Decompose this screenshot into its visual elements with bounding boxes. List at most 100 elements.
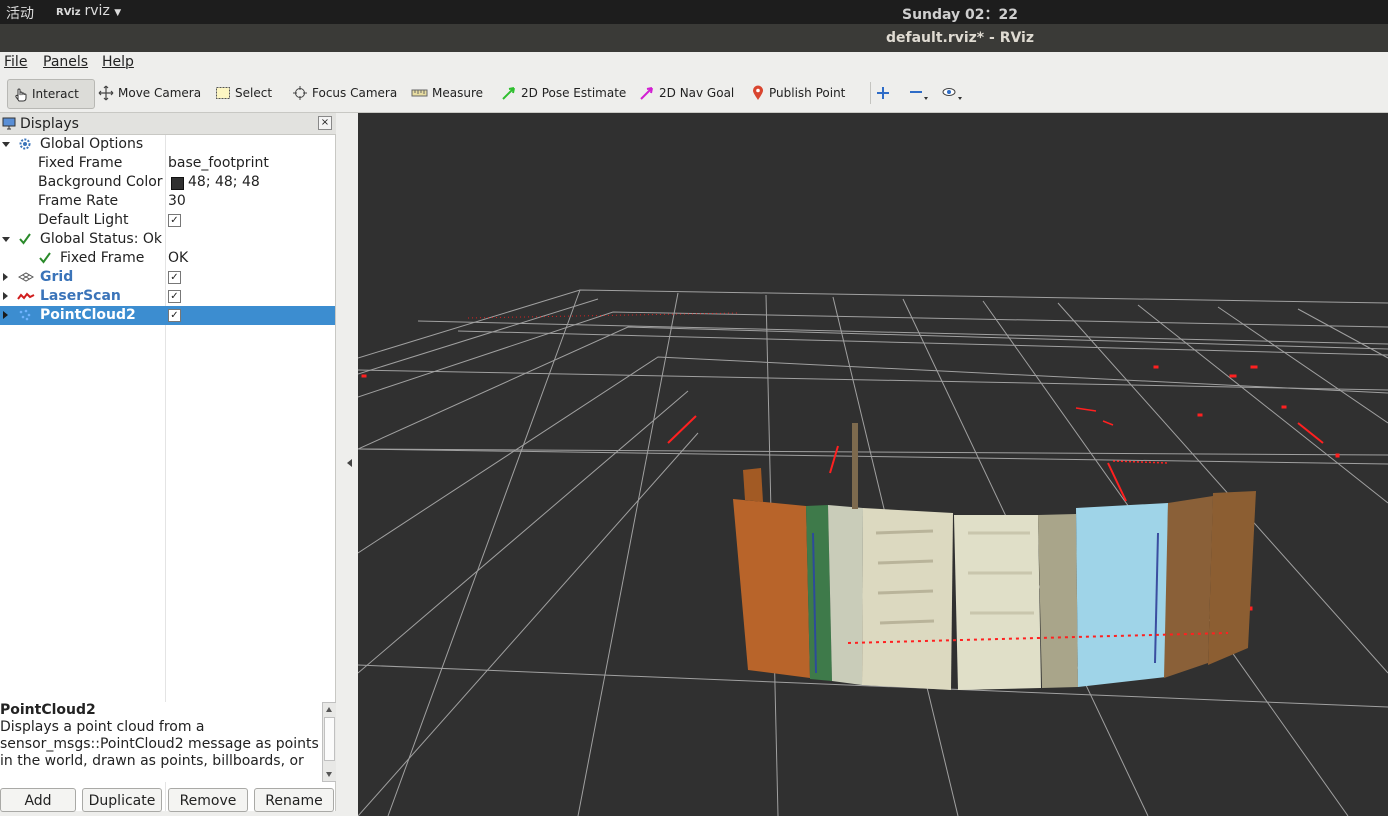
description-box: PointCloud2 Displays a point cloud from … — [0, 702, 322, 782]
pose-estimate-tool-button[interactable]: 2D Pose Estimate — [501, 79, 626, 107]
focus-crosshair-icon — [293, 86, 307, 100]
3d-scene[interactable] — [358, 113, 1388, 816]
nav-goal-tool-button[interactable]: 2D Nav Goal — [639, 79, 734, 107]
tree-row-pointcloud2[interactable]: PointCloud2 ✓ — [0, 306, 335, 325]
description-text: Displays a point cloud from a sensor_msg… — [0, 719, 319, 769]
measure-tool-button[interactable]: Measure — [411, 79, 483, 107]
displays-panel-header: Displays × — [0, 113, 336, 135]
color-swatch[interactable] — [171, 177, 184, 190]
fixed-frame-label: Fixed Frame — [38, 155, 123, 171]
expand-arrow-icon[interactable] — [3, 273, 8, 281]
system-top-bar: 活动 RViz rviz ▼ Sunday 02：22 — [0, 0, 1388, 24]
tree-row-global-status[interactable]: Global Status: Ok — [0, 230, 335, 249]
tree-row-default-light[interactable]: Default Light ✓ — [0, 211, 335, 230]
tree-row-background-color[interactable]: Background Color 48; 48; 48 — [0, 173, 335, 192]
description-title: PointCloud2 — [0, 702, 96, 718]
global-options-label: Global Options — [40, 136, 144, 152]
collapse-left-arrow-icon[interactable] — [347, 459, 352, 467]
ruler-icon — [411, 89, 428, 97]
grid-display-label: Grid — [40, 269, 74, 285]
rviz-app-icon: RViz — [56, 7, 81, 18]
laserscan-icon — [17, 292, 35, 300]
view-options-tool-button[interactable] — [942, 79, 968, 107]
move-camera-tool-button[interactable]: Move Camera — [98, 79, 201, 107]
grid-icon — [18, 272, 34, 282]
measure-label: Measure — [432, 86, 483, 100]
map-pin-icon — [753, 85, 763, 100]
displays-panel-title: Displays — [20, 116, 79, 132]
pointcloud2-display-label: PointCloud2 — [40, 307, 136, 323]
pointcloud-icon — [19, 309, 31, 321]
tool-bar: Interact Move Camera Select Focus Camera… — [0, 74, 1388, 113]
menu-panels[interactable]: Panels — [43, 54, 88, 70]
scroll-thumb[interactable] — [324, 717, 335, 761]
toolbar-separator — [870, 79, 872, 107]
focus-camera-tool-button[interactable]: Focus Camera — [292, 79, 397, 107]
grid-checkbox[interactable]: ✓ — [168, 271, 181, 284]
green-arrow-icon — [502, 87, 515, 100]
tree-row-grid[interactable]: Grid ✓ — [0, 268, 335, 287]
status-fixed-frame-label: Fixed Frame — [60, 250, 145, 266]
default-light-label: Default Light — [38, 212, 129, 228]
tree-row-global-options[interactable]: Global Options — [0, 135, 335, 154]
tree-row-status-fixed-frame[interactable]: Fixed Frame OK — [0, 249, 335, 268]
window-title-bar[interactable]: default.rviz* - RViz — [0, 24, 1388, 52]
app-menu-label: rviz — [84, 3, 110, 19]
frame-rate-value[interactable]: 30 — [168, 193, 186, 209]
clock[interactable]: Sunday 02：22 — [902, 4, 1018, 24]
publish-point-tool-button[interactable]: Publish Point — [751, 79, 845, 107]
chevron-down-icon: ▼ — [114, 8, 122, 18]
activities-button[interactable]: 活动 — [6, 3, 34, 23]
publish-point-label: Publish Point — [769, 86, 846, 100]
hand-pointer-icon — [15, 88, 27, 102]
monitor-icon — [2, 117, 16, 130]
tree-row-fixed-frame[interactable]: Fixed Frame base_footprint — [0, 154, 335, 173]
description-scrollbar[interactable] — [322, 702, 337, 782]
background-color-value[interactable]: 48; 48; 48 — [188, 174, 260, 190]
add-button[interactable]: Add — [0, 788, 76, 812]
panel-splitter[interactable] — [336, 113, 358, 816]
tree-row-laserscan[interactable]: LaserScan ✓ — [0, 287, 335, 306]
fixed-frame-value[interactable]: base_footprint — [168, 155, 269, 171]
plus-icon — [877, 87, 889, 99]
pointcloud2-checkbox[interactable]: ✓ — [168, 309, 181, 322]
background-color-label: Background Color — [38, 174, 163, 190]
menu-file[interactable]: File — [4, 54, 27, 70]
eye-icon — [942, 88, 962, 100]
expand-arrow-icon[interactable] — [2, 237, 10, 242]
remove-tool-button[interactable] — [909, 79, 933, 107]
window-title: default.rviz* - RViz — [886, 30, 1035, 46]
interact-tool-button[interactable]: Interact — [7, 79, 95, 109]
close-panel-button[interactable]: × — [318, 116, 332, 130]
status-ok-check-icon — [39, 252, 51, 264]
global-status-label: Global Status: Ok — [40, 231, 163, 247]
remove-button[interactable]: Remove — [168, 788, 248, 812]
focus-camera-label: Focus Camera — [312, 86, 398, 100]
select-rect-icon — [216, 87, 230, 99]
gear-icon — [19, 138, 31, 150]
add-tool-button[interactable] — [876, 79, 894, 107]
expand-arrow-icon[interactable] — [3, 292, 8, 300]
magenta-arrow-icon — [640, 87, 653, 100]
select-label: Select — [235, 86, 273, 100]
duplicate-button[interactable]: Duplicate — [82, 788, 162, 812]
3d-render-viewport[interactable] — [358, 113, 1388, 816]
laserscan-checkbox[interactable]: ✓ — [168, 290, 181, 303]
select-tool-button[interactable]: Select — [215, 79, 272, 107]
move-camera-label: Move Camera — [118, 86, 202, 100]
point-cloud-surface — [733, 423, 1256, 690]
scroll-up-arrow-icon[interactable] — [326, 707, 332, 712]
menu-help[interactable]: Help — [102, 54, 134, 70]
expand-arrow-icon[interactable] — [3, 311, 8, 319]
frame-rate-label: Frame Rate — [38, 193, 119, 209]
expand-arrow-icon[interactable] — [2, 142, 10, 147]
app-menu[interactable]: RViz rviz ▼ — [56, 3, 121, 19]
rename-button[interactable]: Rename — [254, 788, 334, 812]
status-ok-check-icon — [19, 233, 31, 245]
laserscan-display-label: LaserScan — [40, 288, 121, 304]
scroll-down-arrow-icon[interactable] — [326, 772, 332, 777]
default-light-checkbox[interactable]: ✓ — [168, 214, 181, 227]
nav-goal-label: 2D Nav Goal — [659, 86, 735, 100]
tree-row-frame-rate[interactable]: Frame Rate 30 — [0, 192, 335, 211]
status-fixed-frame-value: OK — [168, 250, 189, 266]
